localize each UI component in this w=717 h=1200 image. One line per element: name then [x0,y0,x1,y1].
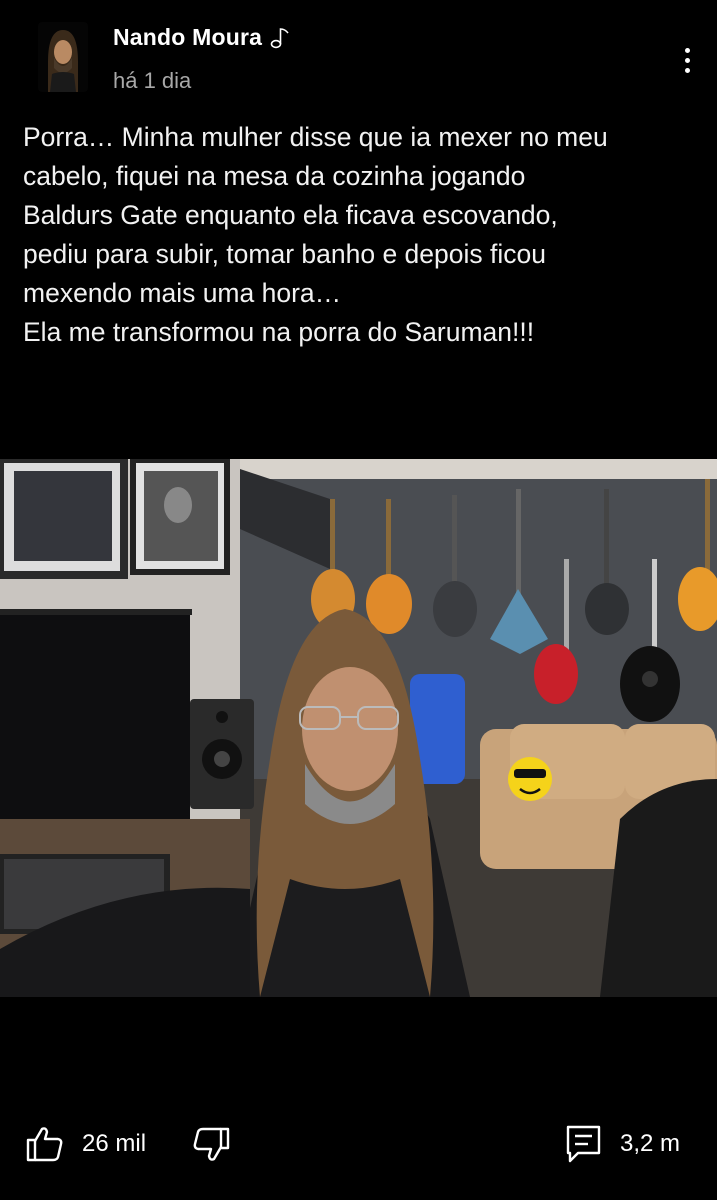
author-name[interactable]: Nando Moura [113,24,262,51]
more-vertical-icon[interactable] [670,40,704,80]
post-image[interactable] [0,459,717,997]
thumbs-down-icon[interactable] [190,1125,232,1167]
post-header: Nando Moura há 1 dia [0,0,717,110]
thumbs-up-icon[interactable] [24,1123,66,1165]
action-bar: 26 mil 3,2 m [0,1115,717,1179]
music-note-icon [270,26,292,50]
author-row: Nando Moura [113,24,292,51]
post-text: Porra… Minha mulher disse que ia mexer n… [23,122,608,347]
like-count: 26 mil [82,1130,147,1157]
avatar[interactable] [38,22,88,92]
comment-count: 3,2 m [620,1130,681,1157]
comment-icon[interactable] [564,1123,604,1167]
post-time: há 1 dia [113,68,192,93]
